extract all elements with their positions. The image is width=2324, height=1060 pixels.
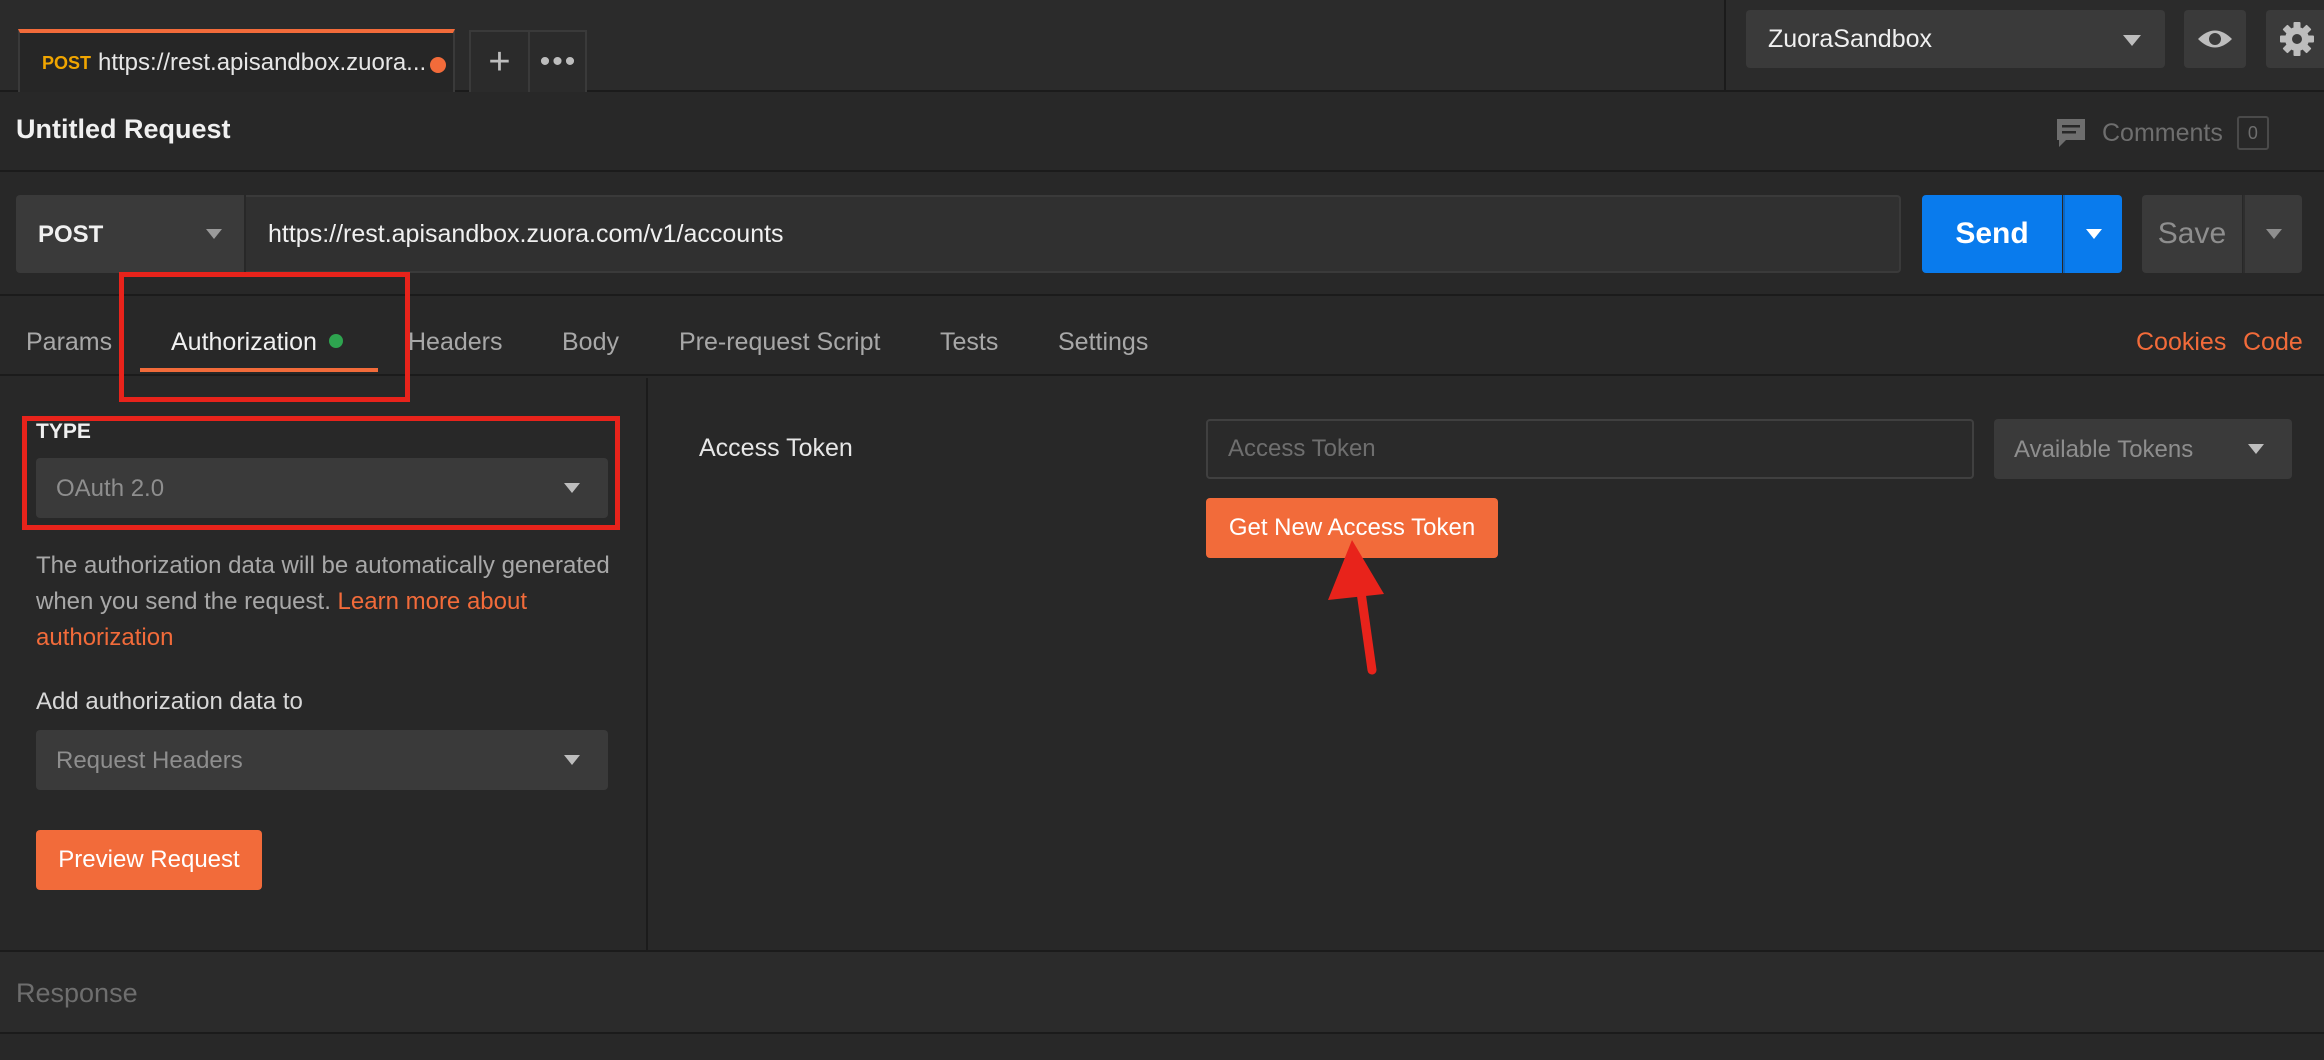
unsaved-dot-icon [430,57,446,73]
new-tab-button[interactable]: + [471,32,528,92]
access-token-input[interactable] [1206,419,1974,479]
tab-actions: + ••• [469,30,587,92]
save-options-button[interactable] [2243,195,2302,273]
environment-label: ZuoraSandbox [1768,25,1933,53]
add-auth-to-value: Request Headers [56,747,243,774]
chevron-down-icon [2123,35,2141,46]
gear-icon [2280,22,2314,56]
divider [1724,0,1726,92]
tab-body[interactable]: Body [562,328,619,357]
method-select[interactable]: POST [16,195,244,273]
cookies-link[interactable]: Cookies [2136,328,2226,357]
tab-tests[interactable]: Tests [940,328,998,357]
tab-settings[interactable]: Settings [1058,328,1148,357]
send-button[interactable]: Send [1922,195,2062,273]
chevron-down-icon [206,229,222,239]
response-label: Response [16,978,138,1008]
save-button[interactable]: Save [2142,195,2242,273]
method-label: POST [38,221,104,248]
environment-quick-look-button[interactable] [2184,10,2246,68]
access-token-label: Access Token [699,434,853,462]
environment-select[interactable]: ZuoraSandbox [1746,10,2165,68]
chevron-down-icon [2266,229,2282,239]
url-input[interactable] [246,195,1901,273]
comment-icon [2057,119,2085,147]
available-tokens-select[interactable]: Available Tokens [1994,419,2292,479]
tab-pre-request-script[interactable]: Pre-request Script [679,328,880,357]
annotation-arrow-icon [1328,540,1384,675]
auth-description: The authorization data will be automatic… [36,548,616,656]
tab-headers[interactable]: Headers [408,328,503,357]
chevron-down-icon [564,755,580,765]
annotation-highlight-box [22,416,620,530]
add-auth-label: Add authorization data to [36,688,303,715]
available-tokens-label: Available Tokens [2014,436,2194,463]
eye-icon [2198,30,2232,48]
tab-url: https://rest.apisandbox.zuora.... [98,49,428,76]
annotation-highlight-box [119,272,410,402]
page-title[interactable]: Untitled Request [16,114,231,145]
tab-method: POST [42,53,92,73]
more-tabs-button[interactable]: ••• [530,32,587,92]
comments-count-badge: 0 [2236,116,2269,150]
add-auth-to-select[interactable]: Request Headers [36,730,608,790]
tab-params[interactable]: Params [26,328,112,357]
send-options-button[interactable] [2063,195,2122,273]
response-panel[interactable]: Response [0,950,2324,1034]
request-tab[interactable]: POST https://rest.apisandbox.zuora.... [18,29,455,92]
title-row: Untitled Request Comments 0 [0,94,2324,172]
comments-label: Comments [2102,118,2223,147]
chevron-down-icon [2086,229,2102,239]
comments-button[interactable]: Comments 0 [2054,116,2269,150]
settings-button[interactable] [2266,10,2324,68]
code-link[interactable]: Code [2243,328,2303,357]
preview-request-button[interactable]: Preview Request [36,830,262,890]
chevron-down-icon [2248,444,2264,454]
